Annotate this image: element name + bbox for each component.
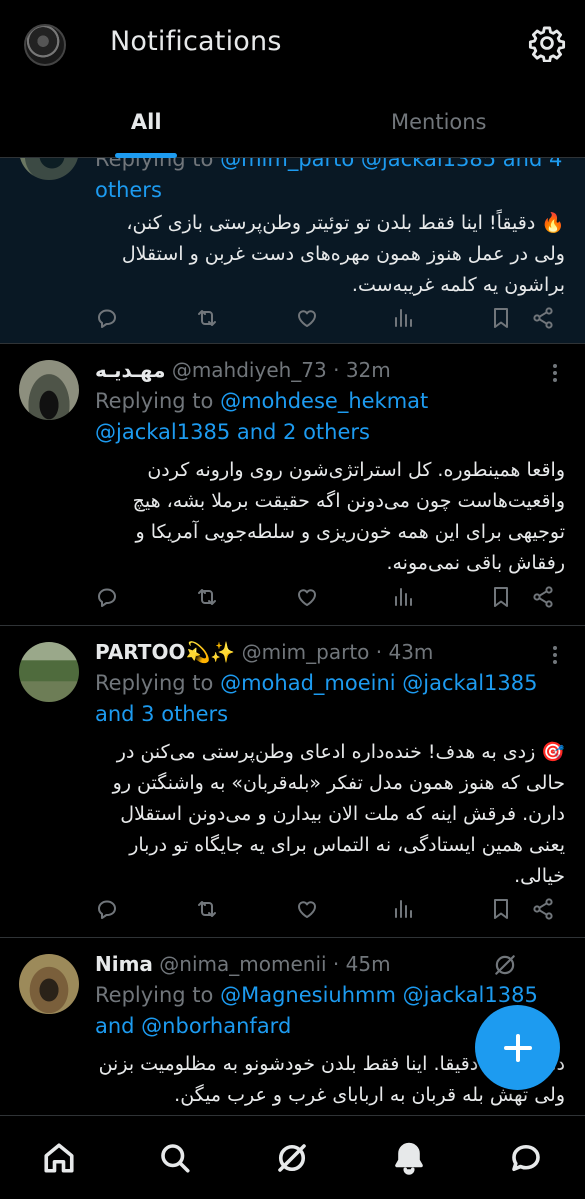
messages-icon[interactable] (508, 1140, 544, 1176)
share-icon[interactable] (531, 306, 555, 330)
more-options-icon[interactable] (552, 364, 558, 384)
replying-prefix: Replying to (95, 671, 214, 695)
avatar[interactable] (19, 642, 79, 702)
post-actions (95, 585, 565, 611)
share-icon[interactable] (531, 897, 555, 921)
timestamp: · 45m (332, 952, 391, 976)
tab-all-label: All (130, 110, 162, 134)
display-name[interactable]: Nima (95, 952, 153, 976)
replying-prefix: Replying to (95, 389, 214, 413)
post-text: 🔥 دقیقاً! اینا فقط بلدن تو توئیتر وطن‌پر… (121, 212, 565, 296)
replying-prefix: Replying to (95, 983, 214, 1007)
retweet-icon[interactable] (195, 306, 219, 330)
tab-mentions-label: Mentions (390, 110, 487, 134)
home-icon[interactable] (41, 1140, 77, 1176)
retweet-icon[interactable] (195, 585, 219, 609)
list-item[interactable]: PARTOO💫✨ @mim_parto · 43m Replying to @m… (0, 626, 585, 938)
views-icon[interactable] (391, 585, 415, 609)
list-item[interactable]: Replying to @mim_parto @jackal1385 and 4… (0, 120, 585, 344)
bookmark-icon[interactable] (489, 585, 513, 609)
notifications-feed: Replying to @mim_parto @jackal1385 and 4… (0, 120, 585, 1158)
gear-icon[interactable] (528, 24, 566, 63)
bookmark-icon[interactable] (489, 306, 513, 330)
replying-to: Replying to @mohdese_hekmat @jackal1385 … (95, 386, 565, 448)
post-header: Nima @nima_momenii · 45m (95, 952, 391, 976)
reply-icon[interactable] (95, 306, 119, 330)
reply-icon[interactable] (95, 585, 119, 609)
post-actions (95, 897, 565, 923)
post-text: 🎯 زدی به هدف! خنده‌داره ادعای وطن‌پرستی … (112, 741, 565, 887)
post-text: واقعا همینطوره. کل استراتژی‌شون روی وارو… (132, 459, 565, 574)
user-handle[interactable]: @mim_parto (242, 640, 370, 664)
heart-icon[interactable] (295, 306, 319, 330)
compose-button[interactable] (475, 1005, 560, 1090)
heart-icon[interactable] (295, 585, 319, 609)
reply-icon[interactable] (95, 897, 119, 921)
bookmark-icon[interactable] (489, 897, 513, 921)
profile-avatar[interactable] (24, 24, 66, 66)
display-name[interactable]: مهـدیـه (95, 358, 165, 382)
search-icon[interactable] (157, 1140, 193, 1176)
retweet-icon[interactable] (195, 897, 219, 921)
grok-icon[interactable] (274, 1140, 310, 1176)
notifications-icon[interactable] (391, 1140, 427, 1176)
more-options-icon[interactable] (552, 646, 558, 666)
top-bar: Notifications All Mentions (0, 0, 585, 158)
avatar[interactable] (19, 360, 79, 420)
bottom-nav (0, 1115, 585, 1199)
timestamp: · 32m (333, 358, 391, 382)
user-handle[interactable]: @nima_momenii (159, 952, 326, 976)
grok-icon[interactable] (492, 952, 518, 978)
user-handle[interactable]: @mahdiyeh_73 (172, 358, 327, 382)
post-header: PARTOO💫✨ @mim_parto · 43m (95, 640, 433, 664)
avatar[interactable] (19, 954, 79, 1014)
replying-to: Replying to @mohad_moeini @jackal1385 an… (95, 668, 565, 730)
heart-icon[interactable] (295, 897, 319, 921)
share-icon[interactable] (531, 585, 555, 609)
active-tab-indicator (115, 153, 178, 158)
display-name[interactable]: PARTOO💫✨ (95, 640, 235, 664)
page-title: Notifications (110, 26, 282, 57)
tab-bar: All Mentions (0, 96, 585, 158)
timestamp: · 43m (375, 640, 434, 664)
views-icon[interactable] (391, 897, 415, 921)
post-actions (95, 306, 565, 332)
tab-mentions[interactable]: Mentions (293, 96, 585, 158)
views-icon[interactable] (391, 306, 415, 330)
post-header: مهـدیـه @mahdiyeh_73 · 32m (95, 358, 391, 382)
tab-all[interactable]: All (0, 96, 293, 158)
list-item[interactable]: مهـدیـه @mahdiyeh_73 · 32m Replying to @… (0, 344, 585, 626)
